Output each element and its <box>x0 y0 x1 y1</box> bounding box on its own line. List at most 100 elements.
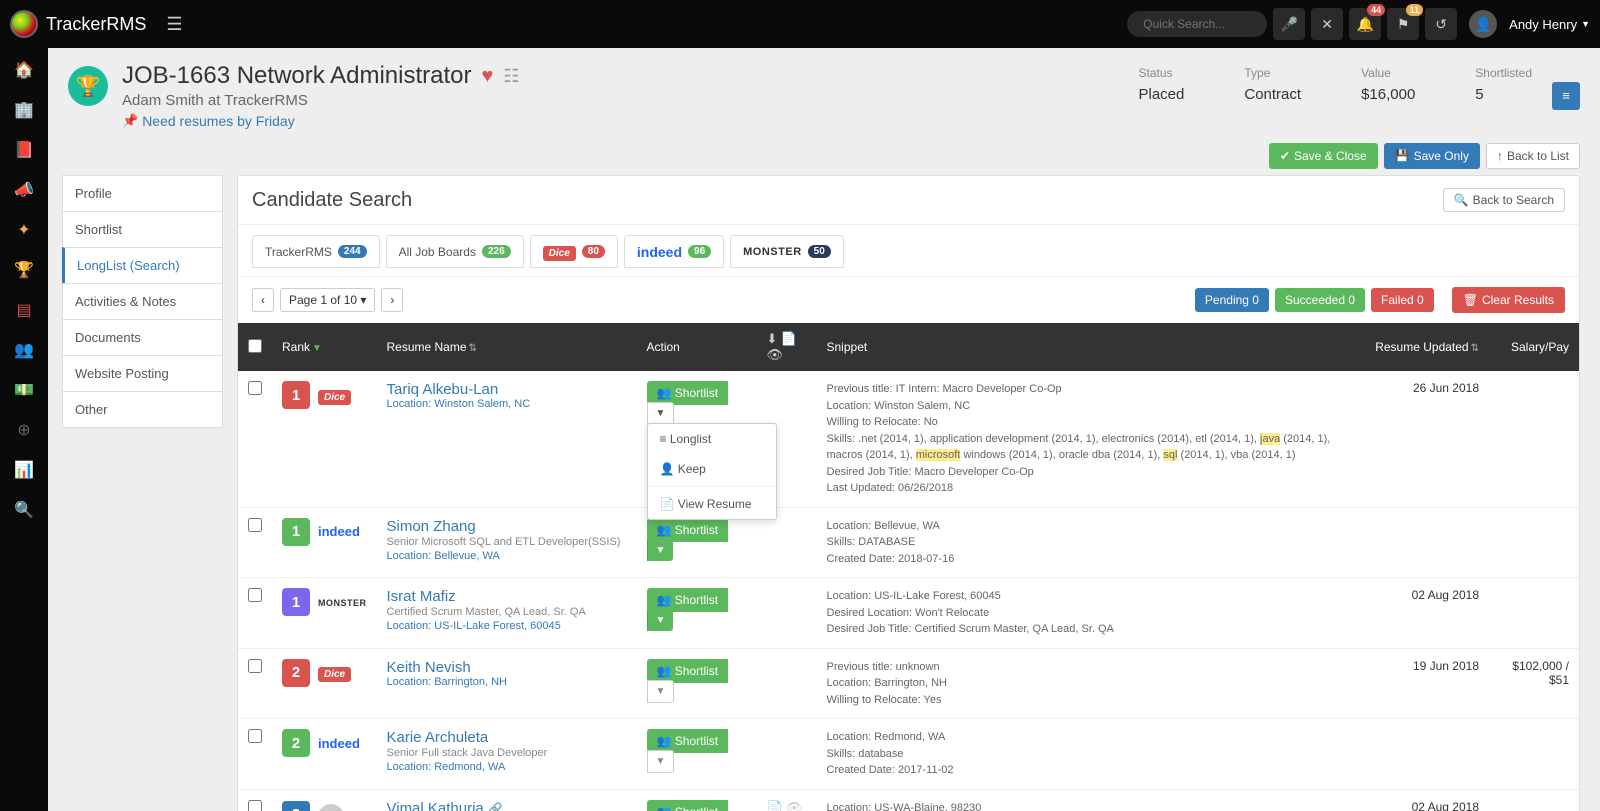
flag-icon[interactable]: ⚑11 <box>1387 8 1419 40</box>
shortlist-caret-button[interactable]: ▼ <box>647 610 674 631</box>
shortlist-button[interactable]: 👥 Shortlist <box>647 518 729 542</box>
tab-dice[interactable]: Dice80 <box>530 235 618 268</box>
sidenav-item-activities-notes[interactable]: Activities & Notes <box>62 283 223 320</box>
table-row: 2DiceKeith NevishLocation: Barrington, N… <box>238 648 1579 719</box>
col-updated[interactable]: Resume Updated <box>1375 340 1468 354</box>
avatar[interactable]: 👤 <box>1469 10 1497 38</box>
avatar-icon: ? <box>318 804 344 811</box>
mic-icon[interactable]: 🎤 <box>1273 8 1305 40</box>
building-icon[interactable]: 🏢 <box>14 100 34 120</box>
shortlist-caret-button[interactable]: ▼ <box>647 402 675 425</box>
money-icon[interactable]: 💵 <box>14 380 34 400</box>
candidate-name[interactable]: Vimal Kathuria🔗 <box>387 800 627 811</box>
bell-icon[interactable]: 🔔44 <box>1349 8 1381 40</box>
sidenav-item-longlist-search-[interactable]: LongList (Search) <box>62 247 223 284</box>
notif-badge: 44 <box>1367 4 1385 16</box>
row-checkbox[interactable] <box>248 800 262 811</box>
candidate-location: Location: US-IL-Lake Forest, 60045 <box>387 620 627 632</box>
logo[interactable]: TrackerRMS <box>10 10 146 38</box>
plus-icon[interactable]: ✦ <box>17 220 30 240</box>
shortlist-caret-button[interactable]: ▼ <box>647 680 675 703</box>
longlist-option[interactable]: ≡ Longlist <box>648 424 776 454</box>
list-icon[interactable]: ▤ <box>16 300 31 320</box>
people-icon[interactable]: 👥 <box>14 340 34 360</box>
select-all-checkbox[interactable] <box>248 339 262 353</box>
back-to-list-button[interactable]: ↑ Back to List <box>1486 143 1580 169</box>
shortlist-caret-button[interactable]: ▼ <box>647 540 674 561</box>
doc-icon[interactable]: 📄 <box>767 800 783 811</box>
shortlist-button[interactable]: 👥 Shortlist <box>647 588 729 612</box>
tab-monster[interactable]: MONSTER50 <box>730 235 844 268</box>
row-checkbox[interactable] <box>248 381 262 395</box>
monster-icon: MONSTER <box>743 246 802 258</box>
shortlisted-value: 5 <box>1475 86 1532 103</box>
col-rank[interactable]: Rank <box>282 340 310 354</box>
candidate-location: Location: Barrington, NH <box>387 676 627 688</box>
quick-search-input[interactable] <box>1127 11 1267 37</box>
sidenav-item-website-posting[interactable]: Website Posting <box>62 355 223 392</box>
candidate-name[interactable]: Israt Mafiz <box>387 588 627 605</box>
candidate-location: Location: Bellevue, WA <box>387 550 627 562</box>
value-label: Value <box>1361 66 1415 80</box>
row-checkbox[interactable] <box>248 518 262 532</box>
row-checkbox[interactable] <box>248 659 262 673</box>
heart-icon[interactable]: ♥ <box>481 65 493 88</box>
rank-badge: 1 <box>282 518 310 546</box>
save-only-button[interactable]: 💾 Save Only <box>1384 143 1480 169</box>
sidenav-item-profile[interactable]: Profile <box>62 175 223 212</box>
eye-icon[interactable]: 👁 <box>786 800 803 811</box>
hamburger-icon[interactable]: ☰ <box>166 14 182 35</box>
pager-prev-button[interactable]: ‹ <box>252 288 274 312</box>
candidate-name[interactable]: Tariq Alkebu-Lan <box>387 381 627 398</box>
eye-icon: 👁 <box>767 347 784 362</box>
pager-next-button[interactable]: › <box>381 288 403 312</box>
shuffle-icon[interactable]: ✕ <box>1311 8 1343 40</box>
candidate-name[interactable]: Keith Nevish <box>387 659 627 676</box>
home-icon[interactable]: 🏠 <box>14 60 34 80</box>
trophy-icon[interactable]: 🏆 <box>14 260 34 280</box>
clear-results-button[interactable]: 🗑 Clear Results <box>1452 287 1565 313</box>
keep-option[interactable]: 👤 Keep <box>648 454 776 484</box>
search-icon[interactable]: 🔍 <box>14 500 34 520</box>
candidate-location: Location: Winston Salem, NC <box>387 398 627 410</box>
chart-icon[interactable]: 📊 <box>14 460 34 480</box>
pin-note[interactable]: 📌Need resumes by Friday <box>122 113 519 129</box>
tab-indeed[interactable]: indeed96 <box>624 235 724 268</box>
candidate-name[interactable]: Karie Archuleta <box>387 729 627 746</box>
shortlist-caret-button[interactable]: ▼ <box>647 750 675 773</box>
bars-icon[interactable]: ☷ <box>503 66 519 87</box>
shortlist-button[interactable]: 👥 Shortlist <box>647 800 729 811</box>
candidate-name[interactable]: Simon Zhang <box>387 518 627 535</box>
dice-icon: Dice <box>318 390 351 405</box>
history-icon[interactable]: ↺ <box>1425 8 1457 40</box>
pager-page-button[interactable]: Page 1 of 10 ▾ <box>280 288 375 312</box>
indeed-icon: indeed <box>318 736 360 751</box>
back-to-search-button[interactable]: 🔍 Back to Search <box>1443 188 1565 212</box>
settings-button[interactable]: ≡ <box>1552 82 1580 110</box>
indeed-icon: indeed <box>637 244 682 260</box>
sidenav: ProfileShortlistLongList (Search)Activit… <box>48 175 223 811</box>
sidenav-item-documents[interactable]: Documents <box>62 319 223 356</box>
value-value: $16,000 <box>1361 86 1415 103</box>
row-checkbox[interactable] <box>248 729 262 743</box>
job-subtitle: Adam Smith at TrackerRMS <box>122 92 519 109</box>
sidenav-item-shortlist[interactable]: Shortlist <box>62 211 223 248</box>
job-title: JOB-1663 Network Administrator <box>122 62 471 90</box>
globe-icon[interactable]: ⊕ <box>17 420 30 440</box>
save-close-button[interactable]: ✔ Save & Close <box>1269 143 1378 169</box>
tab-TrackerRMS[interactable]: TrackerRMS244 <box>252 235 380 268</box>
indeed-icon: indeed <box>318 524 360 539</box>
download-icon: ⬇ <box>767 331 778 346</box>
col-resume[interactable]: Resume Name <box>387 340 467 354</box>
candidate-location: Location: Redmond, WA <box>387 761 627 773</box>
sidenav-item-other[interactable]: Other <box>62 391 223 428</box>
job-header: 🏆 JOB-1663 Network Administrator ♥ ☷ Ada… <box>48 48 1600 137</box>
tab-All Job Boards[interactable]: All Job Boards226 <box>386 235 524 268</box>
shortlist-button[interactable]: 👥 Shortlist <box>647 659 729 683</box>
view-resume-option[interactable]: 📄 View Resume <box>648 489 776 519</box>
megaphone-icon[interactable]: 📣 <box>14 180 34 200</box>
row-checkbox[interactable] <box>248 588 262 602</box>
user-menu[interactable]: Andy Henry▼ <box>1509 17 1590 32</box>
side-rail: 🏠 🏢 📕 📣 ✦ 🏆 ▤ 👥 💵 ⊕ 📊 🔍 <box>0 48 48 811</box>
book-icon[interactable]: 📕 <box>14 140 34 160</box>
